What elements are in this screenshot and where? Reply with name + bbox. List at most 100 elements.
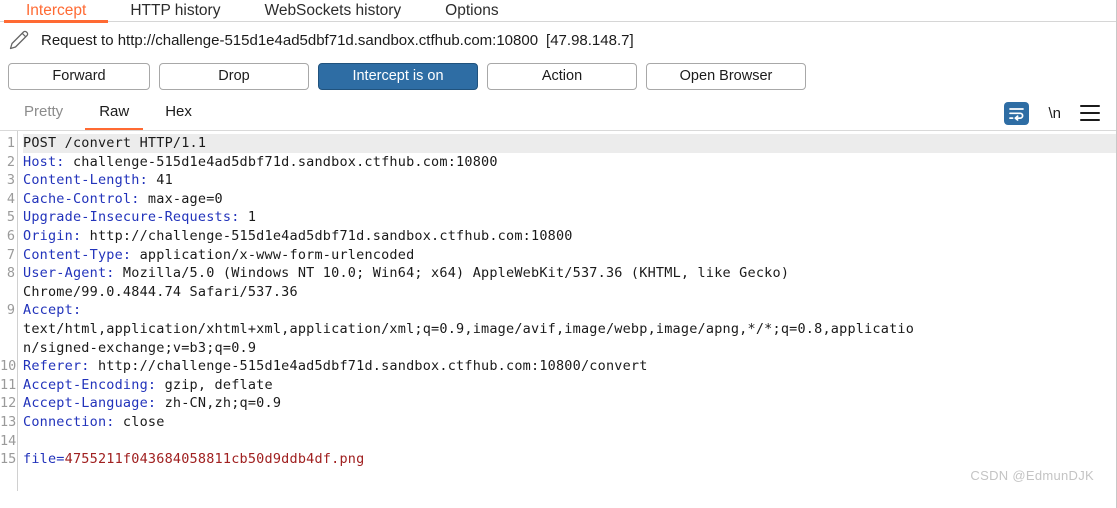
header-value: max-age=0 (139, 190, 223, 207)
header-value: gzip, deflate (156, 376, 273, 393)
line-number: 12 (0, 395, 17, 412)
request-target-text: Request to http://challenge-515d1e4ad5db… (41, 32, 634, 49)
raw-request-editor[interactable]: 12345678 9 10 11 12 13 14 15 POST /convert HT… (0, 131, 1116, 491)
view-tab-raw[interactable]: Raw (81, 96, 147, 130)
line-number: 5 (6, 209, 15, 226)
request-line: Upgrade-Insecure-Requests: 1 (23, 208, 1116, 227)
header-value: application/x-www-form-urlencoded (131, 246, 415, 263)
hamburger-line (1080, 105, 1100, 107)
header-name: Connection: (23, 413, 115, 430)
request-target-bar: Request to http://challenge-515d1e4ad5db… (0, 22, 1116, 58)
hamburger-line (1080, 112, 1100, 114)
header-value: Mozilla/5.0 (Windows NT 10.0; Win64; x64… (114, 265, 790, 282)
line-number: 13 (0, 413, 17, 430)
header-value: http://challenge-515d1e4ad5dbf71d.sandbo… (81, 227, 573, 244)
header-value: close (114, 413, 165, 430)
header-name: Cache-Control: (23, 190, 140, 207)
line-number: 11 (0, 376, 17, 393)
header-value: zh-CN,zh;q=0.9 (156, 395, 282, 412)
request-line: Cache-Control: max-age=0 (23, 190, 1116, 209)
forward-button[interactable]: Forward (8, 62, 150, 90)
view-tab-hex-label: Hex (165, 103, 192, 120)
line-number: 6 (6, 227, 15, 244)
view-tab-pretty-label: Pretty (24, 103, 64, 120)
drop-button[interactable]: Drop (159, 62, 309, 90)
line-number: 14 (0, 432, 17, 449)
action-button-label: Action (541, 68, 583, 84)
tab-intercept-label: Intercept (26, 2, 87, 19)
line-number: 8 (6, 265, 15, 282)
line-number (0, 283, 17, 302)
view-tab-pretty[interactable]: Pretty (6, 96, 81, 130)
header-name: Referer: (23, 358, 90, 375)
request-line: Content-Type: application/x-www-form-url… (23, 246, 1116, 265)
line-number: 4 (6, 190, 15, 207)
header-name: User-Agent: (23, 265, 115, 282)
request-target-url: Request to http://challenge-515d1e4ad5db… (41, 31, 539, 49)
proxy-tab-strip: Intercept HTTP history WebSockets histor… (0, 0, 1116, 23)
line-number (0, 339, 17, 358)
line-number: 1 (6, 135, 15, 151)
header-name: Content-Length: (23, 172, 148, 189)
line-number-gutter: 12345678 9 10 11 12 13 14 15 (0, 131, 18, 491)
intercept-action-buttons: Forward Drop Intercept is on Action Open… (0, 58, 1116, 96)
header-name: Accept-Encoding: (23, 376, 157, 393)
message-view-bar: Pretty Raw Hex \n (0, 96, 1116, 131)
request-line: User-Agent: Mozilla/5.0 (Windows NT 10.0… (23, 264, 1116, 283)
request-line: Origin: http://challenge-515d1e4ad5dbf71… (23, 227, 1116, 246)
header-name: Upgrade-Insecure-Requests: (23, 209, 240, 226)
header-name: Content-Type: (23, 246, 132, 263)
header-name: Accept-Language: (23, 395, 157, 412)
header-name: Origin: (23, 227, 82, 244)
request-line: text/html,application/xhtml+xml,applicat… (23, 320, 915, 337)
line-number: 3 (6, 172, 15, 189)
line-number: 15 (0, 451, 17, 468)
tab-websockets-history[interactable]: WebSockets history (242, 2, 423, 22)
request-code-area[interactable]: POST /convert HTTP/1.1 Host: challenge-51… (18, 131, 1116, 491)
request-line: Accept: (23, 301, 1116, 320)
intercept-toggle-button[interactable]: Intercept is on (318, 62, 478, 90)
request-line: Chrome/99.0.4844.74 Safari/537.36 (23, 283, 298, 300)
view-tab-hex[interactable]: Hex (147, 96, 210, 130)
request-target-ip: [47.98.148.7] (546, 31, 634, 49)
header-value: 41 (147, 172, 173, 189)
drop-button-label: Drop (218, 68, 250, 84)
header-name: Host: (23, 153, 65, 170)
body-param-value: 4755211f043684058811cb50d9ddb4df.png (64, 451, 365, 468)
word-wrap-icon[interactable] (1004, 101, 1030, 125)
newline-toggle[interactable]: \n (1048, 105, 1061, 122)
request-line: POST /convert HTTP/1.1 (23, 134, 1116, 153)
header-value: http://challenge-515d1e4ad5dbf71d.sandbo… (89, 358, 648, 375)
request-line: Accept-Language: zh-CN,zh;q=0.9 (23, 394, 1116, 413)
open-browser-button[interactable]: Open Browser (646, 62, 806, 90)
intercept-toggle-label: Intercept is on (352, 68, 444, 84)
action-button[interactable]: Action (487, 62, 637, 90)
line-number: 10 (0, 358, 17, 375)
body-param-name: file= (23, 451, 65, 468)
tab-options[interactable]: Options (423, 2, 520, 22)
request-line: file=4755211f043684058811cb50d9ddb4df.pn… (23, 450, 1116, 469)
request-line: Connection: close (23, 413, 1116, 432)
forward-button-label: Forward (52, 68, 106, 84)
header-value: challenge-515d1e4ad5dbf71d.sandbox.ctfhu… (64, 153, 498, 170)
message-view-tools: \n (1004, 101, 1100, 125)
tab-options-label: Options (445, 2, 499, 19)
watermark-text: CSDN @EdmunDJK (970, 468, 1094, 483)
line-number: 2 (6, 153, 15, 170)
header-name: Accept: (23, 302, 82, 319)
open-browser-button-label: Open Browser (679, 68, 773, 84)
tab-intercept[interactable]: Intercept (4, 2, 109, 23)
request-line (23, 432, 1116, 451)
request-line: Host: challenge-515d1e4ad5dbf71d.sandbox… (23, 153, 1116, 172)
pencil-icon (7, 28, 31, 52)
request-line: Referer: http://challenge-515d1e4ad5dbf7… (23, 357, 1116, 376)
request-line: Content-Length: 41 (23, 171, 1116, 190)
line-number: 9 (6, 302, 15, 319)
tab-http-history-label: HTTP history (130, 2, 221, 19)
hamburger-menu-icon[interactable] (1080, 105, 1100, 121)
hamburger-line (1080, 119, 1100, 121)
line-number (0, 320, 17, 339)
tab-websockets-history-label: WebSockets history (264, 2, 402, 19)
view-tab-raw-label: Raw (99, 103, 130, 120)
tab-http-history[interactable]: HTTP history (108, 2, 242, 22)
